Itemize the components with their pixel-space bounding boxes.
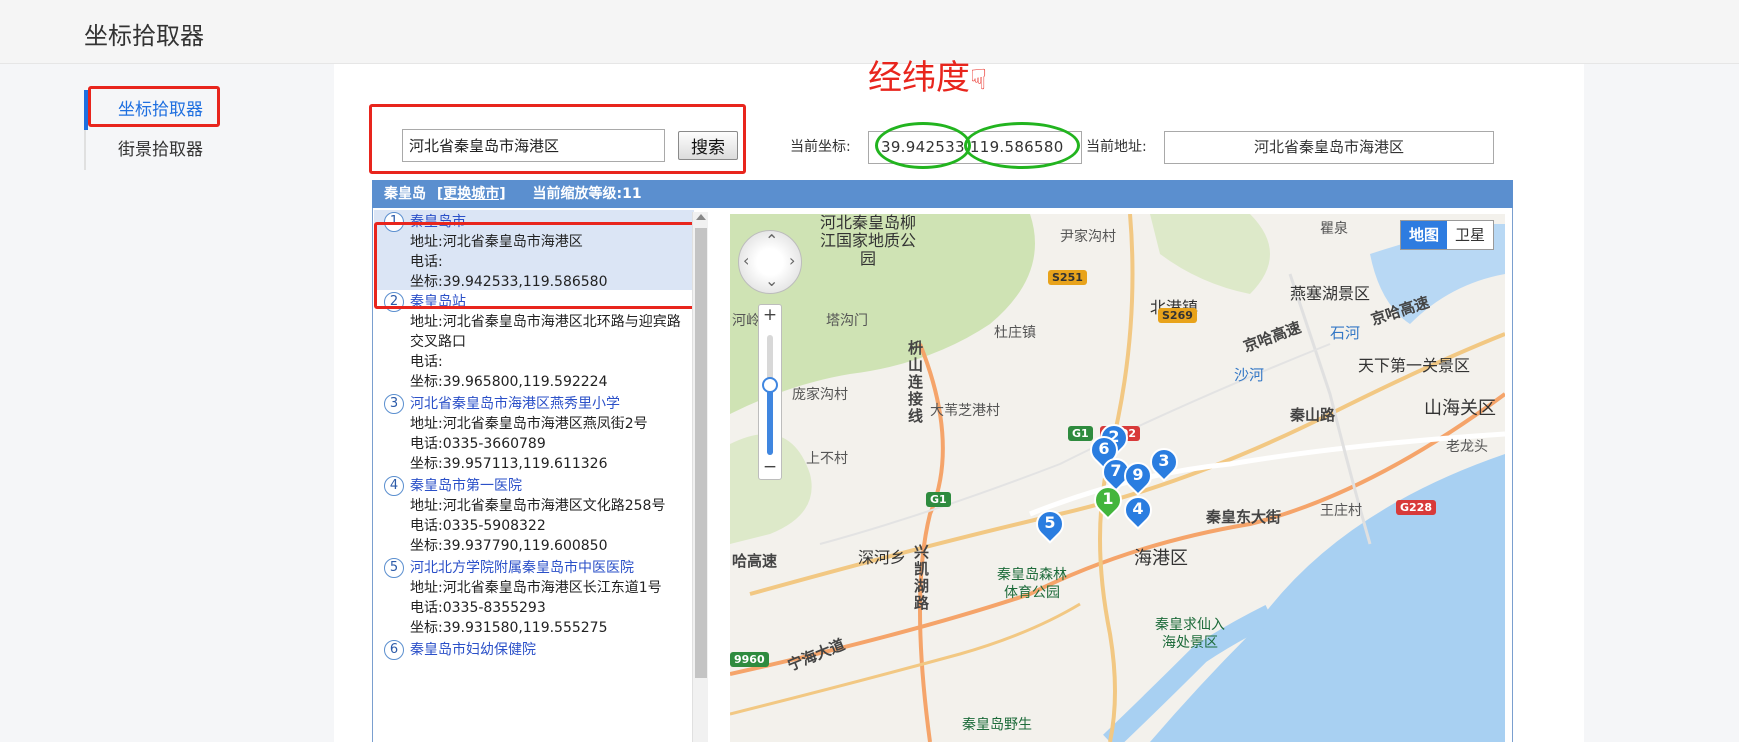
result-coordinate: 坐标:39.937790,119.600850 — [410, 538, 608, 554]
result-coordinate: 坐标:39.965800,119.592224 — [410, 374, 608, 390]
result-number: 4 — [384, 476, 404, 496]
city-name: 秦皇岛 — [384, 186, 426, 202]
map-label: 山海关区 — [1424, 398, 1496, 419]
road-shield: S251 — [1048, 270, 1087, 285]
annotation-box-search — [369, 104, 746, 174]
map-type-satellite[interactable]: 卫星 — [1447, 221, 1493, 249]
pointing-hand-icon: ☟ — [970, 63, 988, 96]
result-phone: 电话: — [410, 354, 443, 370]
map-label: 塔沟门 — [826, 313, 868, 329]
map-marker-selected[interactable]: 1 — [1088, 480, 1128, 522]
annotation-ring-lng — [964, 122, 1080, 169]
map-label: 老龙头 — [1446, 439, 1488, 455]
zoom-out-button[interactable]: − — [759, 457, 781, 477]
map-marker[interactable]: 3 — [1144, 442, 1184, 484]
result-name[interactable]: 河北省秦皇岛市海港区燕秀里小学 — [410, 394, 684, 414]
result-coordinate: 坐标:39.931580,119.555275 — [410, 620, 608, 636]
zoom-rail-fill — [767, 383, 773, 455]
current-address-field[interactable]: 河北省秦皇岛市海港区 — [1164, 131, 1494, 164]
map-label: 大苇芝港村 — [930, 403, 1000, 419]
map-canvas[interactable]: 河北秦皇岛柳江国家地质公园 尹家沟村 瞿泉 燕塞湖景区 北港镇 塔沟门 杜庄镇 … — [730, 214, 1505, 742]
zoom-in-button[interactable]: + — [759, 305, 781, 325]
result-name[interactable]: 秦皇岛市第一医院 — [410, 476, 684, 496]
scrollbar-thumb[interactable] — [695, 228, 707, 678]
zoom-level-text: 当前缩放等级:11 — [532, 186, 642, 202]
map-label: 枡山连接线 — [908, 339, 924, 425]
map-label: 河北秦皇岛柳江国家地质公园 — [819, 214, 916, 268]
result-number: 3 — [384, 394, 404, 414]
result-name[interactable]: 秦皇岛市妇幼保健院 — [410, 640, 684, 660]
annotation-ring-lat — [875, 122, 971, 169]
map-label: 庞家沟村 — [792, 387, 848, 403]
map-label: 燕塞湖景区 — [1290, 284, 1371, 303]
result-address: 地址:河北省秦皇岛市海港区长江东道1号 — [410, 580, 662, 596]
road-shield: S269 — [1158, 308, 1197, 323]
results-scrollbar[interactable] — [692, 212, 708, 742]
nav-item-streetview-picker[interactable]: 街景拾取器 — [84, 130, 234, 170]
result-item[interactable]: 3 河北省秦皇岛市海港区燕秀里小学 地址:河北省秦皇岛市海港区燕凤街2号 电话:… — [374, 392, 694, 474]
pan-left-icon[interactable]: ‹ — [743, 251, 749, 270]
road-shield: G228 — [1396, 500, 1436, 515]
result-phone: 电话:0335-5908322 — [410, 518, 546, 534]
map-label: 秦皇岛野生 — [962, 717, 1032, 733]
map-marker[interactable]: 9 — [1118, 456, 1158, 498]
map-label: 海港区 — [1134, 548, 1188, 569]
map-type-switch: 地图 卫星 — [1400, 220, 1495, 250]
result-item[interactable]: 5 河北北方学院附属秦皇岛市中医医院 地址:河北省秦皇岛市海港区长江东道1号 电… — [374, 556, 694, 638]
result-name[interactable]: 河北北方学院附属秦皇岛市中医医院 — [410, 558, 684, 578]
annotation-box-first-result — [374, 222, 696, 309]
map-type-map[interactable]: 地图 — [1401, 221, 1448, 249]
result-item[interactable]: 6 秦皇岛市妇幼保健院 — [374, 638, 694, 660]
result-address: 地址:河北省秦皇岛市海港区燕凤街2号 — [410, 416, 648, 432]
map-label: 深河乡 — [858, 548, 907, 567]
map-label: 沙河 — [1234, 366, 1265, 384]
road-shield: G1 — [1068, 426, 1093, 441]
map-label: 哈高速 — [732, 552, 778, 570]
map-label: 秦皇岛森林体育公园 — [997, 567, 1067, 601]
pan-right-icon[interactable]: › — [789, 251, 795, 270]
map-label: 上不村 — [806, 451, 848, 467]
zoom-slider-handle[interactable] — [762, 377, 778, 393]
annotation-box-nav — [88, 86, 220, 127]
map-marker[interactable]: 4 — [1118, 490, 1158, 532]
result-phone: 电话:0335-3660789 — [410, 436, 546, 452]
scroll-up-icon[interactable] — [696, 214, 706, 220]
map-label: 秦山路 — [1290, 406, 1336, 424]
current-address-label: 当前地址: — [1086, 139, 1147, 155]
map-label: 王庄村 — [1320, 503, 1362, 519]
map-label: 秦皇求仙入海处景区 — [1155, 617, 1225, 651]
current-coordinate-label: 当前坐标: — [790, 139, 851, 155]
result-item[interactable]: 4 秦皇岛市第一医院 地址:河北省秦皇岛市海港区文化路258号 电话:0335-… — [374, 474, 694, 556]
result-address: 地址:河北省秦皇岛市海港区北环路与迎宾路交叉路口 — [410, 314, 681, 350]
result-number: 5 — [384, 558, 404, 578]
change-city-link[interactable]: [更换城市] — [437, 186, 506, 202]
pan-up-icon[interactable]: ⌃ — [765, 231, 778, 250]
annotation-title: 经纬度☟ — [868, 58, 988, 98]
app-title: 坐标拾取器 — [84, 22, 204, 50]
pan-down-icon[interactable]: ⌄ — [765, 271, 778, 290]
road-shield: 9960 — [730, 652, 769, 667]
result-phone: 电话:0335-8355293 — [410, 600, 546, 616]
map-label: 天下第一关景区 — [1358, 356, 1471, 375]
map-header: 秦皇岛 [更换城市] 当前缩放等级:11 — [372, 180, 1513, 208]
pan-control[interactable]: ⌃ ⌄ ‹ › — [738, 230, 802, 294]
map-label: 河岭 — [732, 313, 760, 329]
map-label: 瞿泉 — [1320, 221, 1348, 237]
map-label: 尹家沟村 — [1060, 229, 1116, 245]
map-label: 杜庄镇 — [994, 325, 1036, 341]
map-label: 兴凯湖路 — [914, 543, 930, 612]
map-label: 秦皇东大街 — [1206, 508, 1282, 526]
zoom-control: + − — [758, 304, 782, 480]
result-number: 6 — [384, 640, 404, 660]
map-marker[interactable]: 5 — [1030, 504, 1070, 546]
result-coordinate: 坐标:39.957113,119.611326 — [410, 456, 608, 472]
result-address: 地址:河北省秦皇岛市海港区文化路258号 — [410, 498, 666, 514]
map-label: 石河 — [1330, 324, 1361, 342]
road-shield: G1 — [926, 492, 951, 507]
